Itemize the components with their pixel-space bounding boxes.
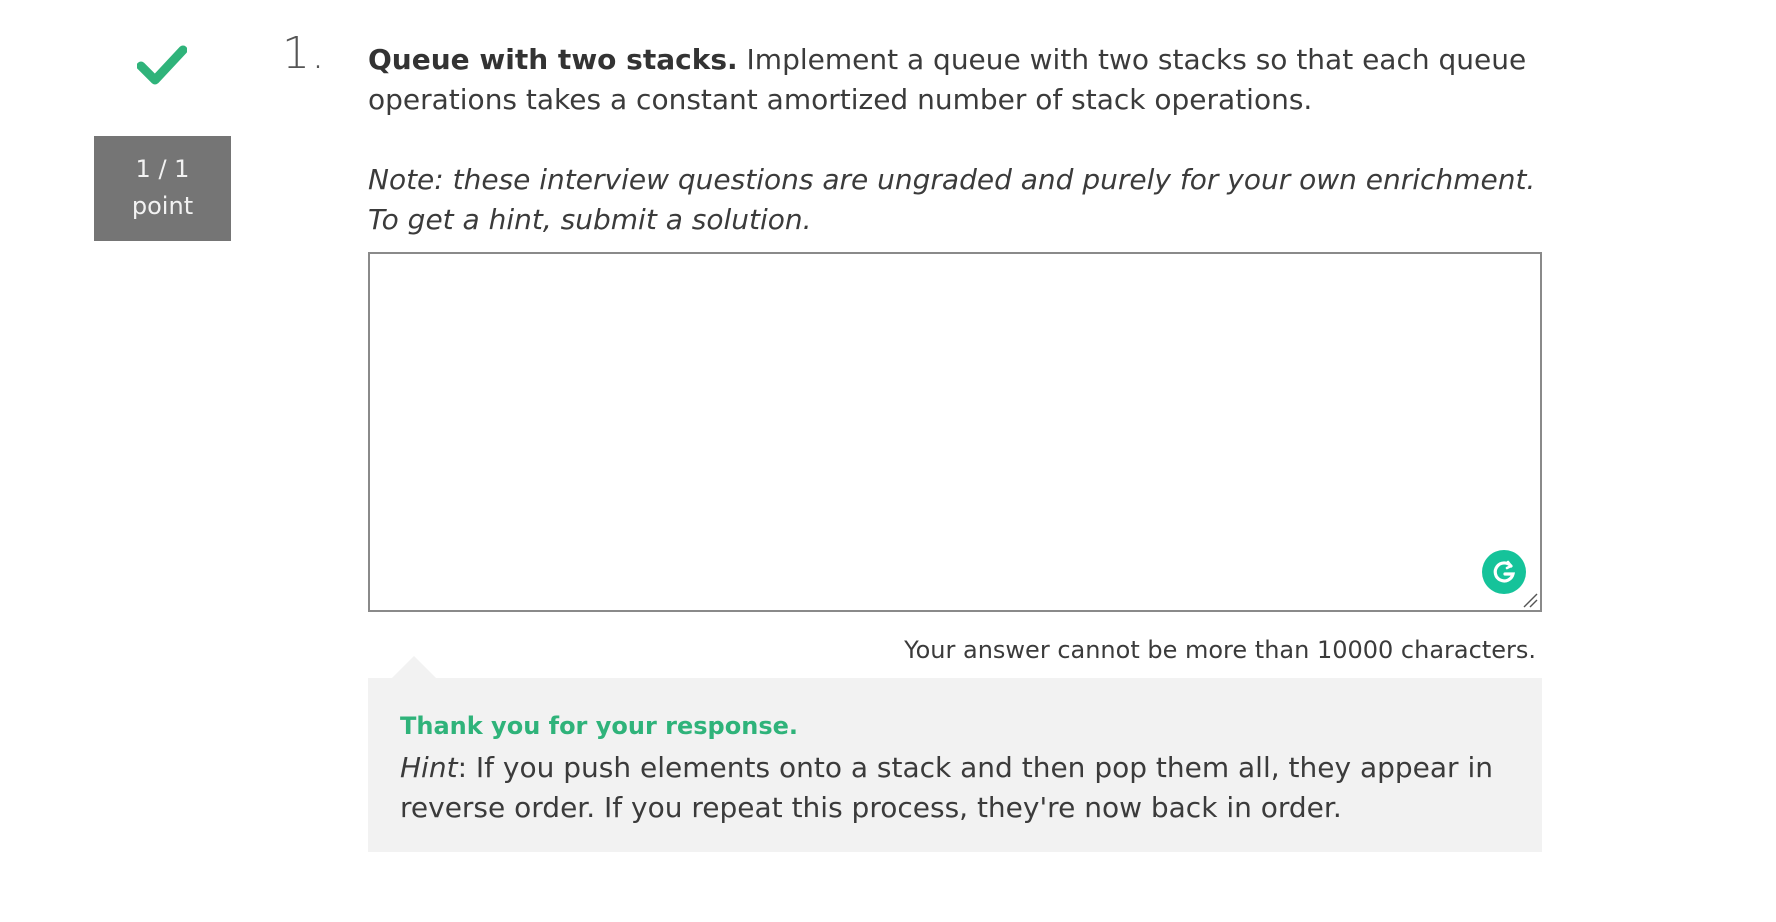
hint-text: : If you push elements onto a stack and … [400,751,1493,824]
grammarly-icon[interactable] [1482,550,1526,594]
hint-label: Hint [400,751,458,784]
answer-box [368,252,1542,612]
score-unit: point [131,192,194,220]
char-limit-notice: Your answer cannot be more than 10000 ch… [904,636,1536,664]
question-number: 1. [282,28,326,79]
checkmark-icon [136,44,188,86]
score-badge: 1 / 1 point [94,136,231,241]
score-value: 1 / 1 [135,155,190,183]
feedback-hint: Hint: If you push elements onto a stack … [400,748,1510,828]
feedback-title: Thank you for your response. [400,712,798,740]
feedback-panel: Thank you for your response. Hint: If yo… [368,656,1542,852]
resize-handle-icon[interactable] [1522,592,1538,608]
question-title: Queue with two stacks. [368,43,738,76]
quiz-question: 1 / 1 point 1. Queue with two stacks. Im… [0,0,1776,922]
question-body: Queue with two stacks. Implement a queue… [368,40,1548,240]
question-note: Note: these interview questions are ungr… [368,163,1536,236]
answer-textarea[interactable] [370,254,1540,610]
question-prompt: Queue with two stacks. Implement a queue… [368,40,1548,120]
